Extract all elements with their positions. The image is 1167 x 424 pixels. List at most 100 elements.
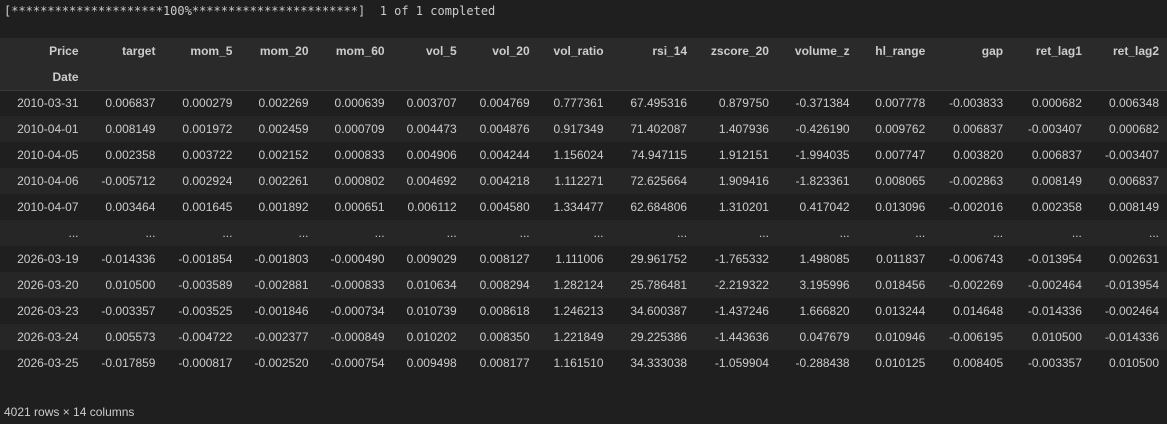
cell-ret-lag1: 0.006837 bbox=[1011, 142, 1090, 168]
cell-volume-z: 1.666820 bbox=[776, 298, 858, 324]
cell-vol-20: 0.008177 bbox=[464, 350, 538, 376]
cell-mom-5: 0.002924 bbox=[163, 168, 241, 194]
cell-gap: -0.006195 bbox=[933, 324, 1012, 350]
cell-rsi-14: 74.947115 bbox=[611, 142, 696, 168]
cell-vol-ratio: 1.111006 bbox=[537, 246, 612, 272]
index-name-spacer bbox=[163, 64, 241, 91]
cell-volume-z: -1.994035 bbox=[776, 142, 858, 168]
cell-target: -0.003357 bbox=[86, 298, 164, 324]
cell-vol-5: 0.009029 bbox=[392, 246, 465, 272]
cell-vol-5: 0.004692 bbox=[392, 168, 465, 194]
cell-mom-5: -0.001854 bbox=[163, 246, 241, 272]
index-name-spacer bbox=[611, 64, 696, 91]
cell-rsi-14: 29.225386 bbox=[611, 324, 696, 350]
cell-vol-ratio: 1.246213 bbox=[537, 298, 612, 324]
column-header-mom-20: mom_20 bbox=[240, 38, 317, 65]
cell-vol-5: 0.006112 bbox=[392, 194, 465, 220]
cell-ret-lag2: 0.006837 bbox=[1089, 168, 1167, 194]
column-header-mom-5: mom_5 bbox=[163, 38, 241, 65]
cell-zscore-20: -1.765332 bbox=[695, 246, 777, 272]
cell-volume-z: 1.498085 bbox=[776, 246, 858, 272]
cell-ret-lag1: 0.008149 bbox=[1011, 168, 1090, 194]
cell-mom-5: 0.003722 bbox=[163, 142, 241, 168]
index-name-spacer bbox=[1089, 64, 1167, 91]
cell-vol-ratio: 1.282124 bbox=[537, 272, 612, 298]
cell-vol-20: 0.004580 bbox=[464, 194, 538, 220]
cell-rsi-14: 34.333038 bbox=[611, 350, 696, 376]
cell-mom-20: 0.002261 bbox=[240, 168, 317, 194]
cell-ret-lag2: -0.014336 bbox=[1089, 324, 1167, 350]
cell-mom-5: 0.000279 bbox=[163, 90, 241, 116]
cell-mom-5: -0.003589 bbox=[163, 272, 241, 298]
cell-ret-lag2: 0.006348 bbox=[1089, 90, 1167, 116]
cell-mom-60: -0.000849 bbox=[316, 324, 393, 350]
cell-vol-20: 0.004244 bbox=[464, 142, 538, 168]
cell-zscore-20: -1.059904 bbox=[695, 350, 777, 376]
cell-vol-5: 0.003707 bbox=[392, 90, 465, 116]
cell-mom-5: 0.001645 bbox=[163, 194, 241, 220]
index-name-date: Date bbox=[0, 64, 87, 91]
cell-gap: -0.002016 bbox=[933, 194, 1012, 220]
index-name-spacer bbox=[857, 64, 934, 91]
cell-mom-60: 0.000651 bbox=[316, 194, 393, 220]
cell-hl-range: 0.011837 bbox=[857, 246, 934, 272]
table-row: 2026-03-23 -0.003357 -0.003525 -0.001846 -0.… bbox=[0, 298, 1167, 324]
cell-vol-5: 0.010634 bbox=[392, 272, 465, 298]
cell-target: -0.014336 bbox=[86, 246, 164, 272]
index-name-spacer bbox=[933, 64, 1012, 91]
row-index-date: 2010-04-05 bbox=[0, 142, 87, 168]
cell-ret-lag1: -0.013954 bbox=[1011, 246, 1090, 272]
cell-ret-lag1: 0.000682 bbox=[1011, 90, 1090, 116]
row-index-date: 2026-03-23 bbox=[0, 298, 87, 324]
cell-zscore-20: 1.912151 bbox=[695, 142, 777, 168]
cell-hl-range: 0.018456 bbox=[857, 272, 934, 298]
cell-target: 0.006837 bbox=[86, 90, 164, 116]
row-index-date: 2010-03-31 bbox=[0, 90, 87, 116]
cell-mom-60: 0.000709 bbox=[316, 116, 393, 142]
cell-zscore-20: ... bbox=[695, 220, 777, 246]
column-header-hl-range: hl_range bbox=[857, 38, 934, 65]
cell-mom-60: 0.000639 bbox=[316, 90, 393, 116]
table-row: 2026-03-19 -0.014336 -0.001854 -0.001803 -0.… bbox=[0, 246, 1167, 272]
cell-rsi-14: 67.495316 bbox=[611, 90, 696, 116]
cell-ret-lag2: -0.002464 bbox=[1089, 298, 1167, 324]
cell-gap: -0.002269 bbox=[933, 272, 1012, 298]
cell-target: -0.017859 bbox=[86, 350, 164, 376]
table-row: 2010-04-05 0.002358 0.003722 0.002152 0.0008… bbox=[0, 142, 1167, 168]
table-row: 2010-04-07 0.003464 0.001645 0.001892 0.0006… bbox=[0, 194, 1167, 220]
cell-mom-20: -0.002520 bbox=[240, 350, 317, 376]
progress-status-text: 1 of 1 completed bbox=[379, 4, 496, 18]
column-header-vol-ratio: vol_ratio bbox=[537, 38, 612, 65]
cell-volume-z: 0.417042 bbox=[776, 194, 858, 220]
dataframe-shape-summary: 4021 rows × 14 columns bbox=[4, 405, 135, 419]
table-row: 2010-04-06 -0.005712 0.002924 0.002261 0.000… bbox=[0, 168, 1167, 194]
cell-ret-lag2: 0.010500 bbox=[1089, 350, 1167, 376]
index-name-spacer bbox=[240, 64, 317, 91]
row-index-date: 2026-03-24 bbox=[0, 324, 87, 350]
cell-mom-60: -0.000833 bbox=[316, 272, 393, 298]
row-index-date: 2026-03-19 bbox=[0, 246, 87, 272]
cell-ret-lag1: -0.003407 bbox=[1011, 116, 1090, 142]
column-header-zscore-20: zscore_20 bbox=[695, 38, 777, 65]
cell-mom-20: ... bbox=[240, 220, 317, 246]
cell-mom-60: -0.000734 bbox=[316, 298, 393, 324]
index-name-spacer bbox=[464, 64, 538, 91]
cell-vol-20: 0.008294 bbox=[464, 272, 538, 298]
cell-target: 0.003464 bbox=[86, 194, 164, 220]
cell-mom-5: 0.001972 bbox=[163, 116, 241, 142]
cell-volume-z: ... bbox=[776, 220, 858, 246]
cell-ret-lag1: 0.002358 bbox=[1011, 194, 1090, 220]
cell-gap: -0.002863 bbox=[933, 168, 1012, 194]
cell-hl-range: 0.010946 bbox=[857, 324, 934, 350]
cell-zscore-20: 0.879750 bbox=[695, 90, 777, 116]
cell-ret-lag1: 0.010500 bbox=[1011, 324, 1090, 350]
row-index-date: 2010-04-06 bbox=[0, 168, 87, 194]
cell-target: 0.005573 bbox=[86, 324, 164, 350]
index-header-price: Price bbox=[0, 38, 87, 65]
cell-volume-z: 3.195996 bbox=[776, 272, 858, 298]
cell-mom-60: -0.000490 bbox=[316, 246, 393, 272]
cell-mom-5: -0.000817 bbox=[163, 350, 241, 376]
column-header-volume-z: volume_z bbox=[776, 38, 858, 65]
index-name-spacer bbox=[316, 64, 393, 91]
cell-target: 0.008149 bbox=[86, 116, 164, 142]
